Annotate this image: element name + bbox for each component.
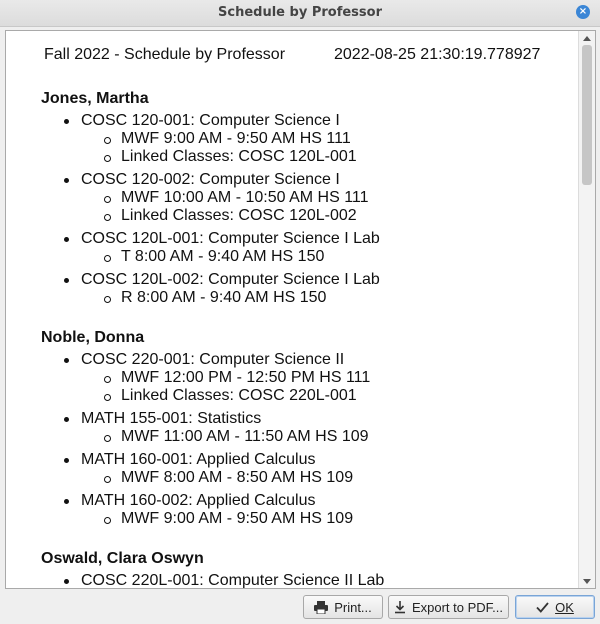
course-detail: MWF 11:00 AM - 11:50 AM HS 109 <box>121 428 369 445</box>
course-title: COSC 120L-001: Computer Science I Lab <box>81 230 380 247</box>
bullet <box>64 237 69 242</box>
scrollbar-thumb[interactable] <box>582 45 592 185</box>
bullet <box>104 517 111 524</box>
report-timestamp: 2022-08-25 21:30:19.778927 <box>334 46 541 63</box>
professor-name: Noble, Donna <box>41 329 145 346</box>
course-detail: Linked Classes: COSC 220L-001 <box>121 387 357 404</box>
bullet <box>104 394 111 401</box>
course-detail: MWF 10:00 AM - 10:50 AM HS 111 <box>121 189 369 206</box>
course-detail: T 8:00 AM - 9:40 AM HS 150 <box>121 248 325 265</box>
course-detail: R 8:00 AM - 9:40 AM HS 150 <box>121 289 327 306</box>
ok-button[interactable]: OK <box>515 595 595 619</box>
bullet <box>64 417 69 422</box>
checkmark-icon <box>536 601 549 613</box>
bullet <box>104 214 111 221</box>
title-bar: Schedule by Professor × <box>0 0 600 27</box>
course-title: MATH 160-002: Applied Calculus <box>81 492 316 509</box>
course-title: COSC 120-002: Computer Science I <box>81 171 340 188</box>
course-detail: MWF 8:00 AM - 8:50 AM HS 109 <box>121 469 354 486</box>
bullet <box>104 196 111 203</box>
bullet <box>64 579 69 584</box>
download-icon <box>394 600 406 614</box>
print-button[interactable]: Print... <box>303 595 383 619</box>
bullet <box>104 137 111 144</box>
scroll-down-arrow-icon[interactable] <box>583 579 591 584</box>
export-pdf-button-label: Export to PDF... <box>411 599 504 615</box>
bullet <box>64 458 69 463</box>
export-pdf-button[interactable]: Export to PDF... <box>388 595 509 619</box>
course-title: COSC 120L-002: Computer Science I Lab <box>81 271 380 288</box>
course-title: COSC 220-001: Computer Science II <box>81 351 345 368</box>
window-title: Schedule by Professor <box>218 5 382 20</box>
close-icon[interactable]: × <box>576 5 590 19</box>
professor-name: Jones, Martha <box>41 90 149 107</box>
bullet <box>104 296 111 303</box>
bullet <box>104 476 111 483</box>
vertical-scrollbar[interactable] <box>578 31 595 588</box>
course-detail: MWF 12:00 PM - 12:50 PM HS 111 <box>121 369 371 386</box>
bullet <box>104 435 111 442</box>
professor-name: Oswald, Clara Oswyn <box>41 550 204 567</box>
course-title: MATH 155-001: Statistics <box>81 410 262 427</box>
report-viewer[interactable]: Fall 2022 - Schedule by Professor 2022-0… <box>5 30 596 589</box>
bullet <box>64 178 69 183</box>
bullet <box>104 155 111 162</box>
printer-icon <box>314 600 329 614</box>
print-button-label: Print... <box>334 599 372 615</box>
bullet <box>104 376 111 383</box>
bullet <box>64 499 69 504</box>
course-detail: MWF 9:00 AM - 9:50 AM HS 109 <box>121 510 354 527</box>
ok-button-label: OK <box>555 599 574 615</box>
bullet <box>64 358 69 363</box>
course-title: MATH 160-001: Applied Calculus <box>81 451 316 468</box>
scroll-up-arrow-icon[interactable] <box>583 36 591 41</box>
course-title: COSC 120-001: Computer Science I <box>81 112 340 129</box>
report-content: Fall 2022 - Schedule by Professor 2022-0… <box>6 31 578 588</box>
bullet <box>64 119 69 124</box>
course-detail: MWF 9:00 AM - 9:50 AM HS 111 <box>121 130 351 147</box>
bullet <box>104 255 111 262</box>
course-detail: Linked Classes: COSC 120L-001 <box>121 148 357 165</box>
bullet <box>64 278 69 283</box>
report-title: Fall 2022 - Schedule by Professor <box>44 46 286 63</box>
course-title: COSC 220L-001: Computer Science II Lab <box>81 572 385 588</box>
course-detail: Linked Classes: COSC 120L-002 <box>121 207 357 224</box>
